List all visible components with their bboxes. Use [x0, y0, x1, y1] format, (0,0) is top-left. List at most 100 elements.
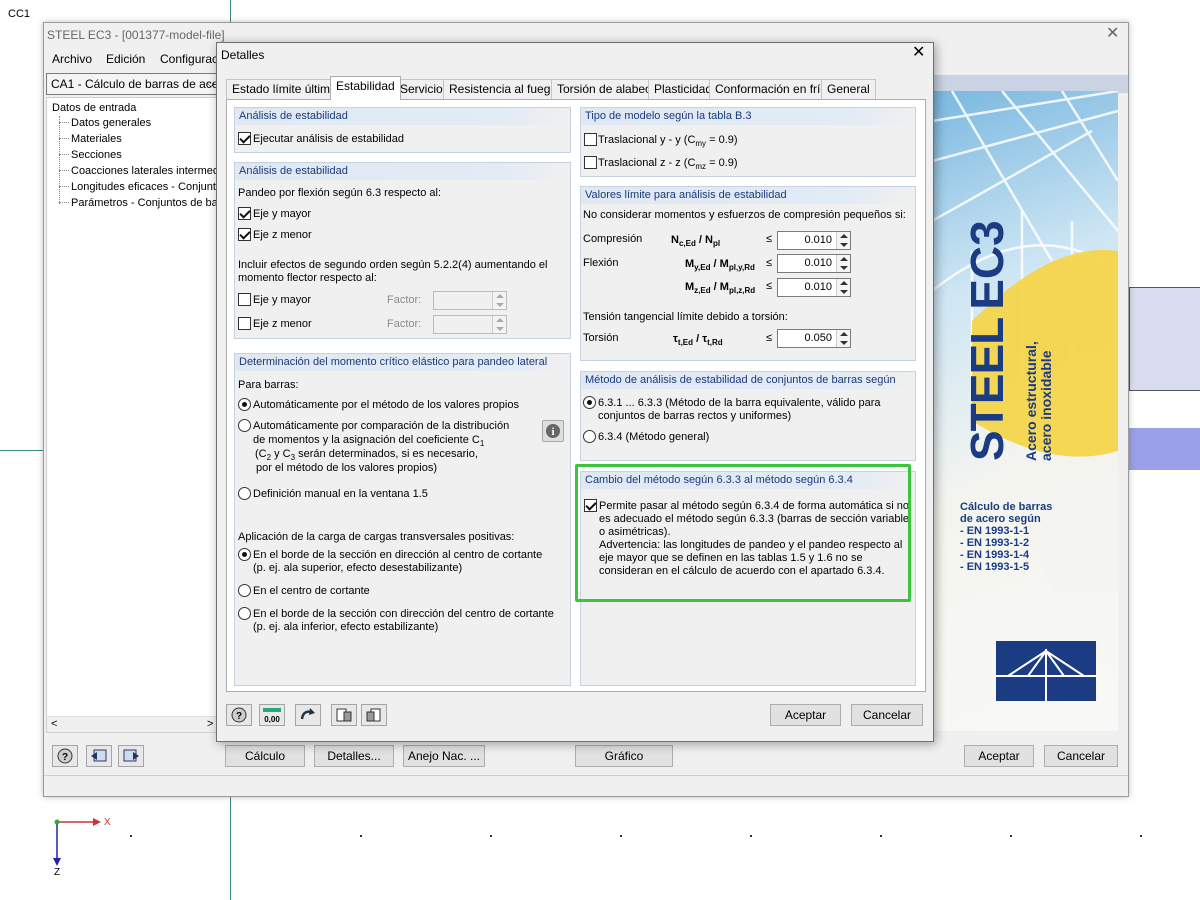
promo-brand-ec3: EC3 — [961, 220, 1013, 310]
grid-dot — [1140, 835, 1142, 837]
help-icon-button[interactable]: ? — [52, 745, 78, 767]
torsion-label: Torsión — [583, 332, 619, 344]
coef-c-open: (C — [255, 448, 267, 460]
promo-norm: - EN 1993-1-1 — [960, 525, 1030, 537]
segundo-orden-label-2: momento flector respecto al: — [238, 272, 377, 284]
aplicacion-centro-radio[interactable] — [238, 584, 251, 597]
scroll-right-icon[interactable]: > — [207, 718, 213, 731]
next-icon-button[interactable] — [118, 745, 144, 767]
svg-text:?: ? — [236, 711, 242, 722]
tree-item-parametros[interactable]: Parámetros - Conjuntos de bar — [71, 197, 217, 210]
traslacional-y-checkbox[interactable] — [584, 133, 597, 146]
details-dialog: Detalles ✕ Estado límite último Estabili… — [216, 42, 934, 742]
spinner-icon[interactable] — [492, 316, 506, 333]
tree-line — [59, 122, 69, 123]
info-button[interactable]: i — [542, 420, 564, 442]
pandeo-eje-z-label: Eje z menor — [253, 229, 312, 241]
metodo-631-radio[interactable] — [583, 396, 596, 409]
tab-servicio[interactable]: Servicio — [394, 79, 449, 99]
decimal-button[interactable]: 0,00 — [259, 704, 285, 726]
nav-tree: Datos de entrada Datos generales Materia… — [46, 97, 218, 733]
grid-dot — [750, 835, 752, 837]
tree-item-secciones[interactable]: Secciones — [71, 149, 122, 162]
factor-y-label: Factor: — [387, 294, 422, 306]
menu-edicion[interactable]: Edición — [106, 53, 145, 66]
pandeo-label: Pandeo por flexión según 6.3 respecto al… — [238, 187, 442, 199]
aplicacion-borde-inferior-label-2: (p. ej. ala inferior, efecto estabilizan… — [253, 621, 439, 633]
prev-icon-button[interactable] — [86, 745, 112, 767]
pandeo-eje-z-checkbox[interactable] — [238, 228, 251, 241]
tab-plasticidad[interactable]: Plasticidad — [648, 79, 719, 99]
compresion-input[interactable]: 0.010 — [777, 231, 851, 250]
grid-line — [230, 797, 231, 900]
aplicacion-borde-inferior-label-1: En el borde de la sección con dirección … — [253, 608, 554, 620]
tree-scrollbar[interactable]: < > — [47, 716, 217, 732]
tab-conformacion[interactable]: Conformación en frío — [709, 79, 834, 99]
scroll-left-icon[interactable]: < — [51, 718, 57, 731]
main-close-icon[interactable]: ✕ — [1106, 26, 1119, 42]
grid-dot — [1010, 835, 1012, 837]
spinner-icon[interactable] — [836, 330, 850, 347]
flexion-z-input[interactable]: 0.010 — [777, 278, 851, 297]
flexion-z-le: ≤ — [766, 280, 773, 292]
aplicacion-borde-inferior-radio[interactable] — [238, 607, 251, 620]
metodo-631-label-2: conjuntos de barras rectos y uniformes) — [598, 410, 792, 422]
reset-button[interactable] — [295, 704, 321, 726]
tab-general[interactable]: General — [821, 79, 876, 99]
promo-brand-steel: STEEL — [961, 317, 1013, 461]
dialog-help-button[interactable]: ? — [226, 704, 252, 726]
save-defaults-button[interactable] — [361, 704, 387, 726]
grafico-button[interactable]: Gráfico — [575, 745, 673, 767]
segundo-orden-eje-y-checkbox[interactable] — [238, 293, 251, 306]
factor-z-input[interactable] — [433, 315, 507, 334]
segundo-orden-eje-z-checkbox[interactable] — [238, 317, 251, 330]
main-aceptar-button[interactable]: Aceptar — [964, 745, 1034, 767]
dialog-cancelar-button[interactable]: Cancelar — [851, 704, 923, 726]
pandeo-eje-y-checkbox[interactable] — [238, 207, 251, 220]
dialog-close-icon[interactable]: ✕ — [912, 45, 925, 61]
aplicacion-borde-radio[interactable] — [238, 548, 251, 561]
tab-resistencia-fuego[interactable]: Resistencia al fuego — [443, 79, 564, 99]
coef-c-and: y C — [274, 448, 291, 460]
grid-line — [0, 450, 43, 451]
spinner-icon[interactable] — [492, 292, 506, 309]
pandeo-eje-y-label: Eje y mayor — [253, 208, 312, 220]
tab-estabilidad[interactable]: Estabilidad — [330, 76, 401, 100]
main-cancelar-button[interactable]: Cancelar — [1044, 745, 1118, 767]
load-case-select[interactable]: CA1 - Cálculo de barras de acer ⌵ — [46, 73, 218, 95]
svg-text:i: i — [551, 426, 554, 438]
canvas-label: CC1 — [8, 8, 31, 20]
menu-archivo[interactable]: Archivo — [52, 53, 92, 66]
tree-root[interactable]: Datos de entrada — [52, 102, 136, 115]
torsion-value: 0.050 — [804, 332, 832, 344]
traslacional-z-checkbox[interactable] — [584, 156, 597, 169]
promo-calc-2: de acero según — [960, 513, 1041, 525]
metodo-634-radio[interactable] — [583, 430, 596, 443]
torsion-input[interactable]: 0.050 — [777, 329, 851, 348]
spinner-icon[interactable] — [836, 279, 850, 296]
momento-auto-valores-radio[interactable] — [238, 398, 251, 411]
canvas-member — [1129, 287, 1200, 391]
calculo-button[interactable]: Cálculo — [225, 745, 305, 767]
para-barras-label: Para barras: — [238, 379, 299, 391]
tree-item-longitudes[interactable]: Longitudes eficaces - Conjunto — [71, 181, 217, 194]
tab-estado-limite[interactable]: Estado límite último — [226, 79, 343, 99]
momento-manual-radio[interactable] — [238, 487, 251, 500]
flexion-y-input[interactable]: 0.010 — [777, 254, 851, 273]
detalles-button[interactable]: Detalles... — [314, 745, 394, 767]
metodo-634-label: 6.3.4 (Método general) — [598, 431, 710, 443]
momento-comparacion-radio[interactable] — [238, 419, 251, 432]
panel-analisis-estabilidad-1: Análisis de estabilidad Ejecutar análisi… — [234, 107, 571, 153]
spinner-icon[interactable] — [836, 255, 850, 272]
spinner-icon[interactable] — [836, 232, 850, 249]
factor-y-input[interactable] — [433, 291, 507, 310]
ejecutar-analisis-checkbox[interactable] — [238, 132, 251, 145]
load-defaults-button[interactable] — [331, 704, 357, 726]
tree-item-coacciones[interactable]: Coacciones laterales intermedi — [71, 165, 217, 178]
menu-configuracion[interactable]: Configurac — [160, 53, 218, 66]
tab-torsion-alabeo[interactable]: Torsión de alabeo — [551, 79, 658, 99]
anejo-button[interactable]: Anejo Nac. ... — [403, 745, 485, 767]
tree-item-materiales[interactable]: Materiales — [71, 133, 122, 146]
dialog-aceptar-button[interactable]: Aceptar — [770, 704, 841, 726]
tree-item-datos-generales[interactable]: Datos generales — [71, 117, 151, 130]
